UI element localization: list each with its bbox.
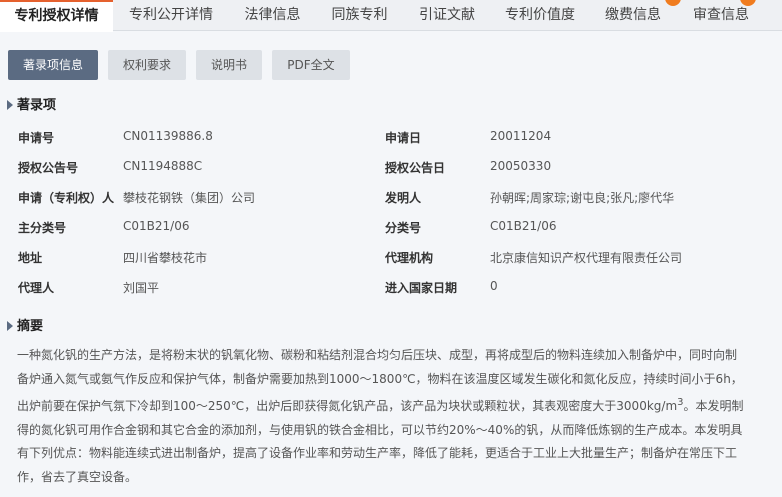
tab-fee-info[interactable]: 缴费信息 bbox=[589, 0, 677, 31]
subtab-pdf[interactable]: PDF全文 bbox=[272, 50, 350, 80]
value-agency: 北京康信知识产权代理有限责任公司 bbox=[490, 251, 683, 265]
tab-legal-info[interactable]: 法律信息 bbox=[229, 0, 316, 31]
section-triangle-icon bbox=[7, 321, 13, 331]
label-applicant: 申请（专利权）人 bbox=[18, 191, 115, 205]
biblio-section-title: 著录项 bbox=[7, 94, 56, 113]
abstract-text-part1: 一种氮化钒的生产方法，是将粉末状的钒氧化物、碳粉和粘结剂混合均匀后压块、成型，再… bbox=[17, 348, 743, 413]
tab-grant-detail[interactable]: 专利授权详情 bbox=[0, 0, 113, 32]
value-applicant: 攀枝花钢铁（集团）公司 bbox=[123, 191, 256, 205]
value-national-entry-date: 0 bbox=[490, 279, 498, 293]
value-grant-date: 20050330 bbox=[490, 159, 552, 173]
value-address: 四川省攀枝花市 bbox=[123, 251, 208, 265]
value-inventor: 孙朝晖;周家琮;谢屯良;张凡;廖代华 bbox=[490, 191, 675, 205]
tab-citations[interactable]: 引证文献 bbox=[403, 0, 491, 31]
tab-publication-detail[interactable]: 专利公开详情 bbox=[113, 0, 229, 31]
subtab-bibliographic[interactable]: 著录项信息 bbox=[8, 50, 98, 80]
label-classification: 分类号 bbox=[385, 221, 422, 235]
value-agent: 刘国平 bbox=[123, 281, 160, 295]
value-application-number: CN01139886.8 bbox=[123, 129, 213, 143]
label-national-entry-date: 进入国家日期 bbox=[385, 281, 458, 295]
value-main-classification: C01B21/06 bbox=[123, 219, 190, 233]
section-triangle-icon bbox=[7, 100, 13, 110]
label-application-date: 申请日 bbox=[385, 131, 422, 145]
value-application-date: 20011204 bbox=[490, 129, 552, 143]
tab-patent-value[interactable]: 专利价值度 bbox=[491, 0, 589, 31]
label-agent: 代理人 bbox=[18, 281, 55, 295]
label-main-classification: 主分类号 bbox=[18, 221, 67, 235]
tab-family-patents[interactable]: 同族专利 bbox=[316, 0, 403, 31]
value-classification: C01B21/06 bbox=[490, 219, 557, 233]
value-grant-number: CN1194888C bbox=[123, 159, 203, 173]
subtab-claims[interactable]: 权利要求 bbox=[108, 50, 186, 80]
tab-bar: 专利授权详情 专利公开详情 法律信息 同族专利 引证文献 专利价值度 缴费信息 … bbox=[0, 0, 782, 32]
label-inventor: 发明人 bbox=[385, 191, 422, 205]
abstract-text: 一种氮化钒的生产方法，是将粉末状的钒氧化物、碳粉和粘结剂混合均匀后压块、成型，再… bbox=[17, 344, 747, 489]
label-address: 地址 bbox=[18, 251, 43, 265]
subtab-description[interactable]: 说明书 bbox=[196, 50, 262, 80]
label-application-number: 申请号 bbox=[18, 131, 55, 145]
label-grant-date: 授权公告日 bbox=[385, 161, 446, 175]
label-grant-number: 授权公告号 bbox=[18, 161, 79, 175]
label-agency: 代理机构 bbox=[385, 251, 434, 265]
abstract-section-title: 摘要 bbox=[7, 315, 43, 334]
